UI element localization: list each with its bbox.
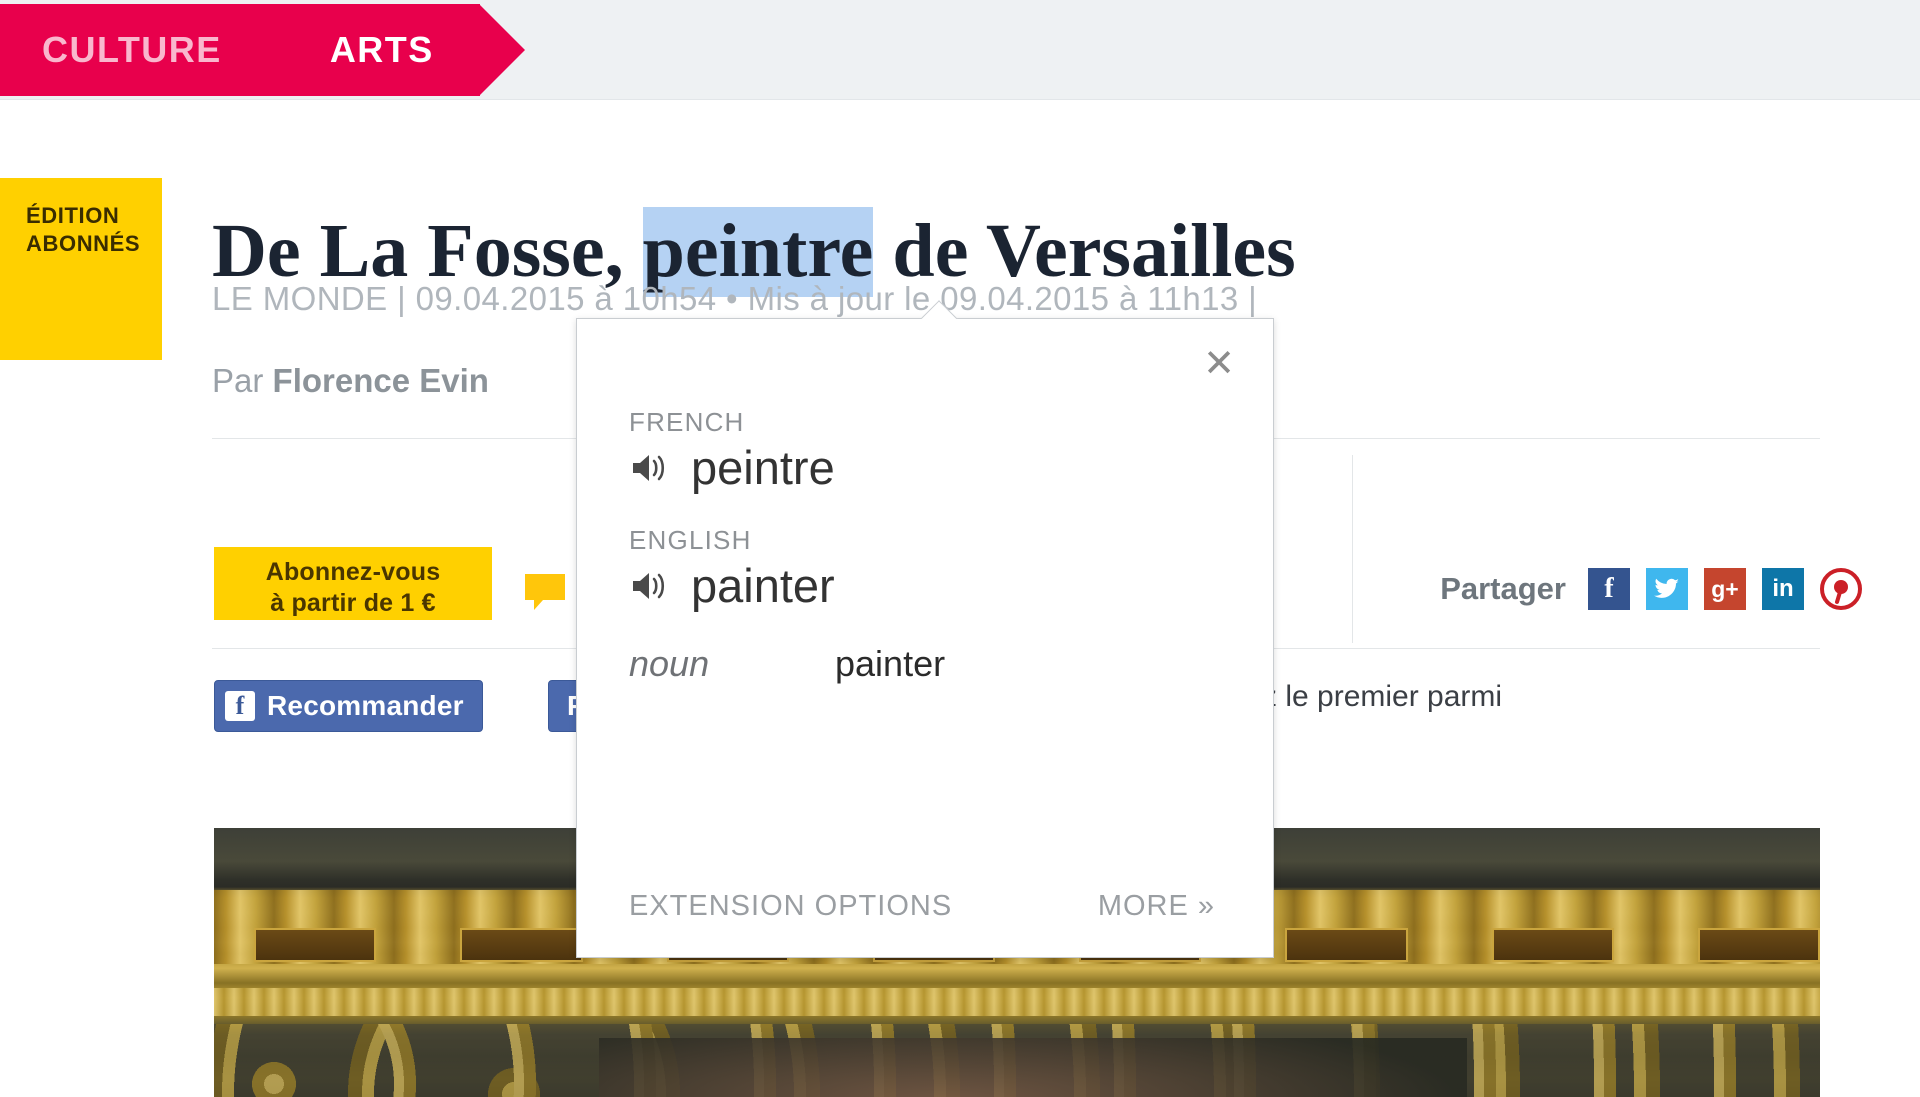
share-label: Partager (1440, 571, 1566, 606)
subscriber-badge-line2: ABONNÉS (26, 231, 141, 257)
google-plus-icon-glyph: g+ (1711, 575, 1739, 602)
google-plus-icon[interactable]: g+ (1704, 568, 1746, 610)
facebook-recommend-label: Recommander (267, 690, 464, 721)
breadcrumb-bar: CULTURE ARTS (0, 0, 1920, 100)
photo-panel (1697, 928, 1820, 962)
subscribe-button[interactable]: Abonnez-vous à partir de 1 € (214, 547, 492, 620)
close-icon[interactable]: ✕ (1199, 343, 1239, 383)
article-byline: Par Florence Evin (212, 362, 489, 400)
photo-fresco-figures (599, 1038, 1467, 1097)
linkedin-icon[interactable]: in (1762, 568, 1804, 610)
breadcrumb-item-culture[interactable]: CULTURE (0, 4, 313, 96)
popup-pointer-notch (921, 300, 959, 319)
subscribe-button-line2: à partir de 1 € (270, 589, 436, 618)
definition-row: noun painter (629, 643, 1273, 685)
comment-bubble-body (525, 574, 565, 600)
speaker-icon[interactable] (629, 566, 669, 606)
target-language-label: ENGLISH (629, 525, 752, 555)
vertical-rule-right (1352, 455, 1353, 643)
more-link[interactable]: MORE » (1098, 890, 1215, 923)
speaker-icon-shape (633, 572, 665, 599)
speaker-icon-shape (633, 454, 665, 481)
breadcrumb-item-culture-label: CULTURE (42, 29, 222, 70)
page-root: CULTURE ARTS ÉDITION ABONNÉS De La Fosse… (0, 0, 1920, 1097)
facebook-f-icon: f (225, 691, 255, 721)
definition-text: painter (835, 643, 946, 684)
twitter-icon[interactable] (1646, 568, 1688, 610)
facebook-recommend-button[interactable]: f Recommander (214, 680, 483, 732)
facebook-icon-glyph: f (1604, 573, 1614, 604)
source-word-row: peintre (629, 444, 1273, 491)
part-of-speech: noun (629, 643, 710, 684)
comment-bubble-tail (534, 600, 548, 610)
article-meta: LE MONDE | 09.04.2015 à 10h54 • Mis à jo… (212, 280, 1258, 317)
popup-footer: EXTENSION OPTIONS MORE » (577, 890, 1273, 923)
photo-panel (254, 928, 377, 962)
social-proof-text: z le premier parmi (1262, 680, 1503, 713)
breadcrumb: CULTURE ARTS (0, 4, 525, 96)
linkedin-icon-glyph: in (1772, 575, 1794, 602)
byline-prefix: Par (212, 362, 273, 399)
target-word-row: painter (629, 562, 1273, 609)
twitter-bird-shape (1654, 578, 1679, 598)
share-bar: Partager f g+ in (1440, 568, 1862, 610)
byline-author[interactable]: Florence Evin (273, 362, 489, 399)
photo-panel (1285, 928, 1408, 962)
source-word: peintre (691, 441, 835, 494)
subscribe-button-line1: Abonnez-vous (265, 558, 441, 586)
subscriber-badge-line1: ÉDITION (26, 203, 120, 228)
popup-body: FRENCH peintre ENGLISH painter noun pain… (577, 319, 1273, 685)
photo-cornice (214, 988, 1820, 1016)
pinterest-icon-shape (1820, 568, 1862, 610)
pinterest-icon[interactable] (1820, 568, 1862, 610)
translation-popup: ✕ FRENCH peintre ENGLISH painter noun pa… (576, 318, 1274, 958)
breadcrumb-item-arts-label: ARTS (329, 29, 434, 70)
source-language-label: FRENCH (629, 407, 745, 437)
photo-panel (460, 928, 583, 962)
facebook-icon[interactable]: f (1588, 568, 1630, 610)
extension-options-link[interactable]: EXTENSION OPTIONS (629, 890, 952, 923)
photo-panel (1491, 928, 1614, 962)
subscriber-edition-badge: ÉDITION ABONNÉS (0, 178, 162, 360)
speaker-icon[interactable] (629, 448, 669, 488)
target-word: painter (691, 559, 835, 612)
comment-bubble-icon[interactable] (525, 574, 565, 610)
